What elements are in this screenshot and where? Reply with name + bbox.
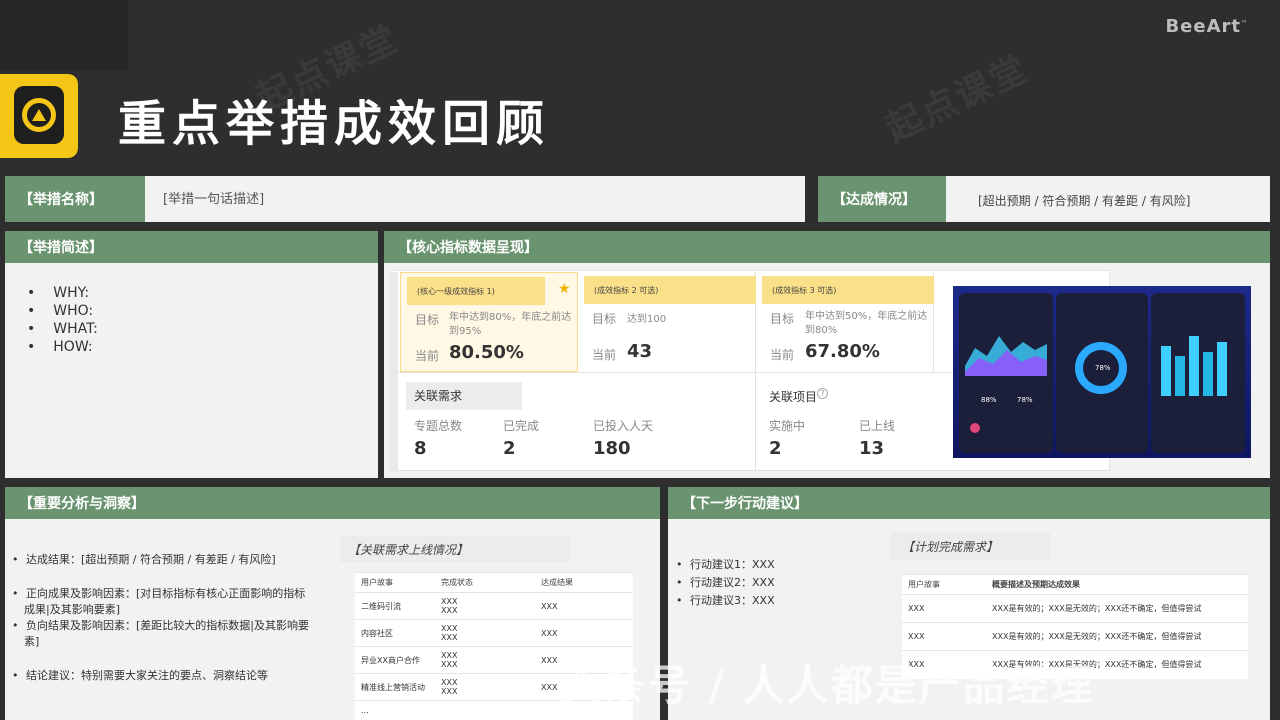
watermark-bottom: 头条号 / 人人都是产品经理 bbox=[560, 661, 1095, 710]
metric-card-3-current-label: 当前 bbox=[770, 348, 795, 362]
summary-panel: WHY: WHO: WHAT: HOW: bbox=[5, 263, 378, 478]
table-cell: XXX bbox=[902, 622, 986, 651]
next-steps-title: 【下一步行动建议】 bbox=[668, 487, 1270, 519]
help-icon[interactable]: ? bbox=[817, 388, 828, 399]
phone-1-value-2: 78% bbox=[1017, 396, 1033, 404]
summary-item-what: WHAT: bbox=[27, 321, 356, 337]
stat-topics-label: 专题总数 bbox=[414, 419, 463, 433]
next-step-item: • 行动建议1：XXX bbox=[676, 558, 775, 571]
brand-logo: BeeArt™ bbox=[1165, 16, 1248, 37]
analysis-point: • 负向结果及影响因素：[差距比较大的指标数据|及其影响要素] bbox=[12, 619, 309, 648]
metric-card-1-tag: (核心一级成效指标 1) bbox=[407, 277, 545, 305]
table-cell: XXX是有效的；XXX是无效的；XXX还不确定，但值得尝试 bbox=[986, 594, 1248, 623]
metric-card-2-target-label: 目标 bbox=[592, 312, 617, 326]
stat-inprogress-value: 2 bbox=[769, 438, 782, 459]
metric-card-3-target: 年中达到50%，年底之前达到80% bbox=[805, 311, 928, 336]
header-stripe bbox=[0, 0, 128, 70]
metric-card-2-current-label: 当前 bbox=[592, 348, 617, 362]
metric-card-3: (成效指标 3 可选) 目标 年中达到50%，年底之前达到80% 当前 67.8… bbox=[758, 272, 934, 372]
stat-done-value: 2 bbox=[503, 438, 516, 459]
related-demand-title: 关联需求 bbox=[406, 382, 522, 410]
table-cell: XXX XXX bbox=[435, 673, 535, 701]
dashboard-divider-vertical bbox=[755, 373, 756, 471]
analysis-title: 【重要分析与洞察】 bbox=[5, 487, 660, 519]
related-project-title: 关联项目 bbox=[769, 390, 818, 404]
analysis-points: • 达成结果：[超出预期 / 符合预期 / 有差距 / 有风险] • 正向成果及… bbox=[12, 552, 312, 684]
table-cell: ... bbox=[355, 700, 435, 720]
table-cell: 内容社区 bbox=[355, 619, 435, 647]
dashboard-side-rail bbox=[390, 272, 398, 472]
table-header-cell: 达成结果 bbox=[535, 572, 633, 593]
metric-card-1: (核心一级成效指标 1) ★ 目标 年中达到80%，年底之前达到95% 当前 8… bbox=[400, 272, 578, 372]
app-logo bbox=[0, 74, 78, 158]
table-header-cell: 用户故事 bbox=[355, 572, 435, 593]
analysis-point: • 正向成果及影响因素：[对目标指标有核心正面影响的指标成果|及其影响要素] bbox=[12, 587, 306, 616]
status-field: [超出预期 / 符合预期 / 有差距 / 有风险] bbox=[946, 176, 1270, 222]
page-title: 重点举措成效回顾 bbox=[118, 96, 551, 152]
stat-done-label: 已完成 bbox=[503, 419, 540, 433]
table-header-cell: 概要描述及预期达成效果 bbox=[986, 574, 1248, 595]
table-header-row: 用户故事 概要描述及预期达成效果 bbox=[902, 574, 1248, 595]
table-header-row: 用户故事 完成状态 达成结果 bbox=[355, 572, 633, 593]
summary-item-who: WHO: bbox=[27, 303, 356, 319]
linked-demand-table-title: 【关联需求上线情况】 bbox=[340, 536, 570, 562]
metric-card-2-target: 达到100 bbox=[627, 314, 667, 325]
table-row: XXX XXX是有效的；XXX是无效的；XXX还不确定，但值得尝试 bbox=[902, 622, 1248, 651]
table-header-cell: 完成状态 bbox=[435, 572, 535, 593]
phone-1-value: 88% bbox=[981, 396, 997, 404]
metrics-title: 【核心指标数据呈现】 bbox=[384, 231, 1270, 263]
stat-online-label: 已上线 bbox=[859, 419, 896, 433]
metric-card-3-target-label: 目标 bbox=[770, 312, 795, 326]
app-mockup-image: 88% 78% 78% bbox=[953, 286, 1251, 458]
stat-online-value: 13 bbox=[859, 438, 885, 459]
analysis-point: • 结论建议：特别需要大家关注的要点、洞察结论等 bbox=[12, 669, 268, 682]
star-icon[interactable]: ★ bbox=[558, 281, 571, 297]
measure-name-field: [举措一句话描述] bbox=[145, 176, 805, 222]
table-cell bbox=[435, 700, 535, 720]
status-value: [超出预期 / 符合预期 / 有差距 / 有风险] bbox=[978, 194, 1191, 208]
phone-2-donut-value: 78% bbox=[1095, 364, 1111, 372]
analysis-point: • 达成结果：[超出预期 / 符合预期 / 有差距 / 有风险] bbox=[12, 553, 276, 566]
metric-card-3-current: 67.80% bbox=[805, 341, 880, 362]
metric-card-3-tag: (成效指标 3 可选) bbox=[762, 276, 934, 304]
metric-card-1-target: 年中达到80%，年底之前达到95% bbox=[449, 312, 572, 337]
table-cell: 异业XX商户合作 bbox=[355, 646, 435, 674]
table-cell: XXX是有效的；XXX是无效的；XXX还不确定，但值得尝试 bbox=[986, 622, 1248, 651]
logo-a-icon bbox=[14, 86, 64, 144]
summary-title: 【举措简述】 bbox=[5, 231, 378, 263]
next-step-item: • 行动建议3：XXX bbox=[676, 594, 775, 607]
stat-topics-value: 8 bbox=[414, 438, 427, 459]
table-cell: XXX XXX bbox=[435, 592, 535, 620]
table-cell: XXX bbox=[902, 594, 986, 623]
metric-card-1-current: 80.50% bbox=[449, 342, 524, 363]
next-step-item: • 行动建议2：XXX bbox=[676, 576, 775, 589]
table-row: 二维码引流 XXX XXX XXX bbox=[355, 592, 633, 620]
planned-demand-table-title: 【计划完成需求】 bbox=[890, 532, 1050, 560]
phone-mockups-graphic bbox=[959, 293, 1245, 453]
metric-card-1-current-label: 当前 bbox=[415, 349, 440, 363]
measure-name-value: [举措一句话描述] bbox=[163, 192, 265, 207]
table-row: 内容社区 XXX XXX XXX bbox=[355, 619, 633, 647]
table-cell: XXX XXX bbox=[435, 619, 535, 647]
table-row: XXX XXX是有效的；XXX是无效的；XXX还不确定，但值得尝试 bbox=[902, 594, 1248, 623]
metric-card-2: (成效指标 2 可选) 目标 达到100 当前 43 bbox=[580, 272, 756, 372]
metric-card-1-target-label: 目标 bbox=[415, 313, 440, 327]
metric-card-2-current: 43 bbox=[627, 341, 653, 362]
next-steps-list: • 行动建议1：XXX • 行动建议2：XXX • 行动建议3：XXX bbox=[676, 556, 775, 610]
stat-inprogress-label: 实施中 bbox=[769, 419, 806, 433]
measure-name-label: 【举措名称】 bbox=[5, 176, 145, 222]
stat-mandays-label: 已投入人天 bbox=[593, 419, 654, 433]
table-cell: XXX XXX bbox=[435, 646, 535, 674]
stat-mandays-value: 180 bbox=[593, 438, 631, 459]
table-header-cell: 用户故事 bbox=[902, 574, 986, 595]
table-cell: 二维码引流 bbox=[355, 592, 435, 620]
metric-card-2-tag: (成效指标 2 可选) bbox=[584, 276, 756, 304]
table-cell: XXX bbox=[535, 619, 633, 647]
status-label: 【达成情况】 bbox=[818, 176, 946, 222]
summary-item-why: WHY: bbox=[27, 285, 356, 301]
table-cell: XXX bbox=[535, 592, 633, 620]
summary-item-how: HOW: bbox=[27, 339, 356, 355]
table-cell: 精准线上营销活动 bbox=[355, 673, 435, 701]
watermark-top-right: 起点课堂 bbox=[879, 48, 1036, 150]
